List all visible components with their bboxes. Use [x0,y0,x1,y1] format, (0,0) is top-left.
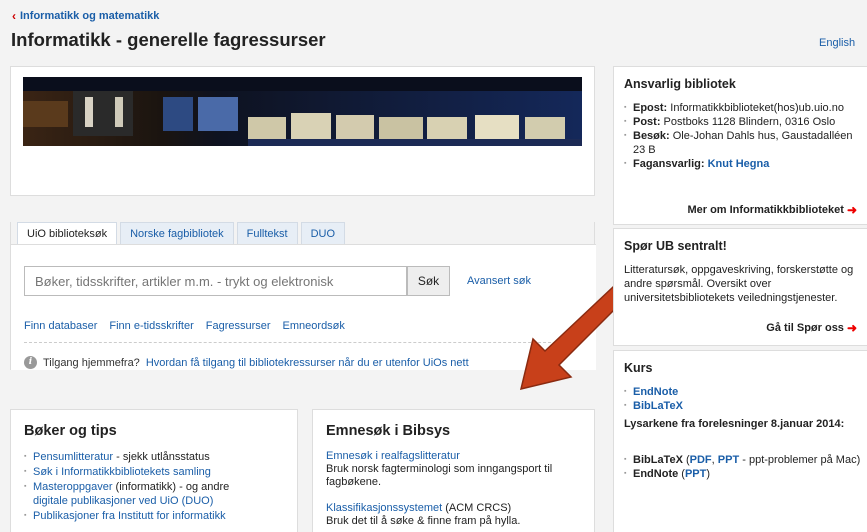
list-item: Pensumlitteratur - sjekk utlånsstatus [24,450,294,464]
books-panel: Bøker og tips Pensumlitteratur - sjekk u… [10,409,298,532]
courses-box: Kurs EndNote BibLaTeX Lysarkene fra fore… [613,350,867,532]
divider [24,342,581,343]
remote-access-info: i Tilgang hjemmefra? Hvordan få tilgang … [24,356,469,369]
link-masteroppgaver[interactable]: Masteroppgaver [33,481,113,493]
arrow-right-icon: ➜ [846,203,857,217]
library-box: Ansvarlig bibliotek Epost: Informatikkbi… [613,66,867,225]
list-item: BibLaTeX [624,399,864,413]
link-klassifikasjonssystemet[interactable]: Klassifikasjonssystemet [326,502,442,514]
library-info-list: Epost: Informatikkbiblioteket(hos)ub.uio… [624,101,864,171]
slides-list: BibLaTeX (PDF, PPT - ppt-problemer på Ma… [624,453,864,481]
link-biblatex-pdf[interactable]: PDF [690,454,712,466]
courses-subheading: Lysarkene fra forelesninger 8.januar 201… [624,418,845,430]
quick-links: Finn databaser Finn e-tidsskrifter Fagre… [24,320,345,332]
list-item: EndNote [624,385,864,399]
language-link[interactable]: English [819,37,855,49]
link-knut-hegna[interactable]: Knut Hegna [708,158,770,170]
info-prefix: Tilgang hjemmefra? [43,356,140,369]
list-item: Epost: Informatikkbiblioteket(hos)ub.uio… [624,101,864,115]
link-endnote-ppt[interactable]: PPT [685,468,706,480]
banner-panel [10,66,595,196]
link-finn-databaser[interactable]: Finn databaser [24,320,97,332]
tab-fulltekst[interactable]: Fulltekst [236,222,298,244]
ask-title: Spør UB sentralt! [624,239,727,253]
list-item: Publikasjoner fra Institutt for informat… [24,509,294,523]
link-fagressurser[interactable]: Fagressurser [206,320,271,332]
link-sok-samling[interactable]: Søk i Informatikkbibliotekets samling [33,466,211,478]
list-item: Post: Postboks 1128 Blindern, 0316 Oslo [624,115,864,129]
subjects-title: Emnesøk i Bibsys [326,423,451,439]
red-arrow-annotation [519,285,625,391]
arrow-right-icon: ➜ [846,321,857,335]
courses-list: EndNote BibLaTeX [624,385,864,413]
breadcrumb-link[interactable]: Informatikk og matematikk [20,10,159,22]
page-title: Informatikk - generelle fagressurser [11,29,326,50]
library-title: Ansvarlig bibliotek [624,77,736,91]
library-banner-image [23,77,582,146]
list-item: EndNote (PPT) [624,467,864,481]
subjects-panel: Emnesøk i Bibsys Emnesøk i realfagslitte… [312,409,595,532]
link-pensumlitteratur[interactable]: Pensumlitteratur [33,451,113,463]
books-list: Pensumlitteratur - sjekk utlånsstatus Sø… [24,450,294,524]
list-item: BibLaTeX (PDF, PPT - ppt-problemer på Ma… [624,453,864,467]
list-item: Masteroppgaver (informatikk) - og andred… [24,480,294,508]
link-biblatex-ppt[interactable]: PPT [718,454,739,466]
link-finn-e-tidsskrifter[interactable]: Finn e-tidsskrifter [109,320,193,332]
search-input[interactable] [24,266,407,296]
ask-link[interactable]: Gå til Spør oss ➜ [766,321,857,335]
subject-block-2: Klassifikasjonssystemet (ACM CRCS) Bruk … [326,502,521,527]
tab-duo[interactable]: DUO [300,222,346,244]
list-item: Søk i Informatikkbibliotekets samling [24,465,294,479]
link-duo[interactable]: digitale publikasjoner ved UiO (DUO) [33,495,213,507]
search-tabs: UiO biblioteksøk Norske fagbibliotek Ful… [17,222,346,244]
info-icon: i [24,356,37,369]
list-item: Besøk: Ole-Johan Dahls hus, Gaustadallée… [624,129,864,157]
link-biblatex[interactable]: BibLaTeX [633,400,683,412]
search-panel: UiO biblioteksøk Norske fagbibliotek Ful… [10,222,596,370]
list-item: Fagansvarlig: Knut Hegna [624,157,864,171]
chevron-left-icon: ‹ [12,9,16,23]
books-title: Bøker og tips [24,423,117,439]
courses-title: Kurs [624,361,653,375]
link-emnesok-realfag[interactable]: Emnesøk i realfagslitteratur [326,450,460,462]
more-library-link[interactable]: Mer om Informatikkbiblioteket ➜ [687,203,857,217]
ask-text: Litteratursøk, oppgaveskriving, forskers… [624,264,854,304]
link-emneordsok[interactable]: Emneordsøk [283,320,345,332]
tab-uio-biblioteksok[interactable]: UiO biblioteksøk [17,222,118,244]
search-body [11,244,596,370]
subject-block-1: Emnesøk i realfagslitteratur Bruk norsk … [326,450,553,488]
breadcrumb[interactable]: ‹ Informatikk og matematikk [12,9,159,23]
link-publikasjoner[interactable]: Publikasjoner fra Institutt for informat… [33,510,226,522]
link-endnote[interactable]: EndNote [633,386,678,398]
ask-box: Spør UB sentralt! Litteratursøk, oppgave… [613,228,867,346]
tab-norske-fagbibliotek[interactable]: Norske fagbibliotek [120,222,234,244]
remote-access-link[interactable]: Hvordan få tilgang til bibliotekressurse… [146,357,469,369]
search-button[interactable]: Søk [407,266,450,296]
